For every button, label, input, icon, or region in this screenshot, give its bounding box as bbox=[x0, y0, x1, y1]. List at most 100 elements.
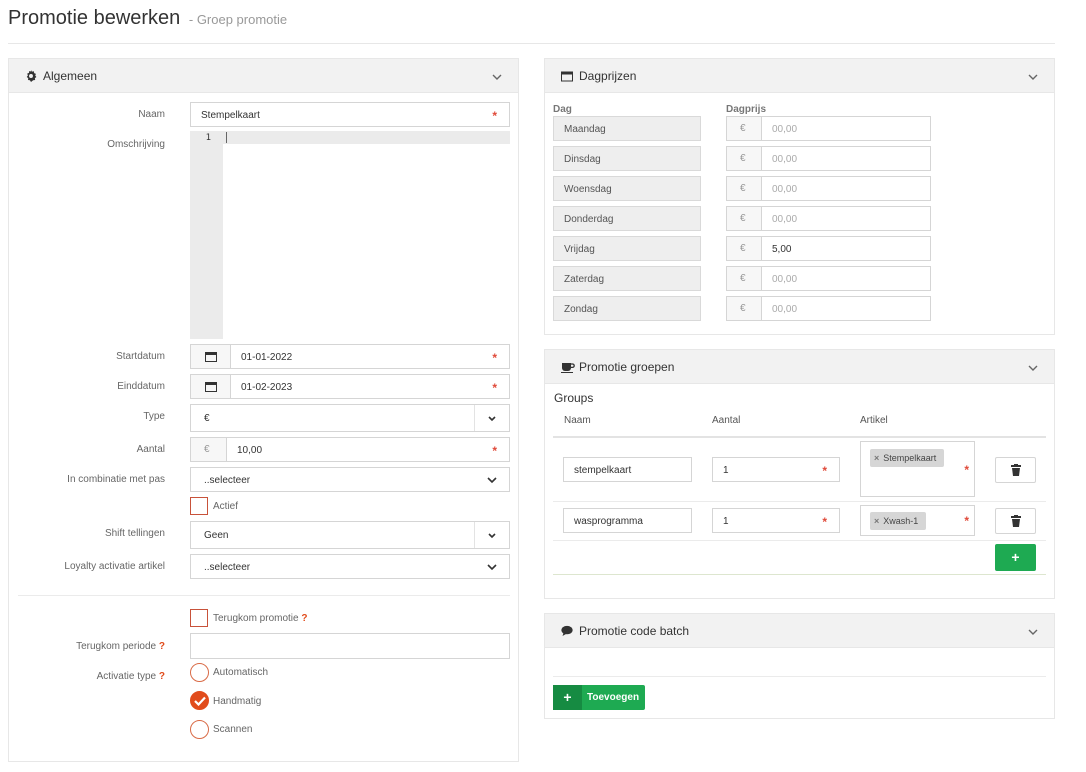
chevron-down-icon[interactable] bbox=[1028, 72, 1038, 82]
trash-icon bbox=[1011, 464, 1021, 476]
euro-addon: € bbox=[727, 207, 762, 230]
radio-scannen[interactable] bbox=[190, 720, 209, 739]
help-icon[interactable]: ? bbox=[159, 671, 165, 682]
day-name-field: Maandag bbox=[553, 116, 701, 141]
combo-select[interactable]: ..selecteer bbox=[190, 467, 510, 492]
euro-sign: € bbox=[740, 243, 746, 254]
day-price-value: 5,00 bbox=[772, 244, 792, 255]
euro-addon: € bbox=[727, 177, 762, 200]
code-batch-divider bbox=[553, 676, 1046, 677]
tag-remove-icon[interactable]: × bbox=[874, 516, 879, 526]
euro-sign: € bbox=[740, 303, 746, 314]
editor-gutter: 1 bbox=[190, 131, 223, 339]
start-date-addon[interactable] bbox=[191, 345, 231, 368]
type-label: Type bbox=[143, 411, 165, 422]
group-article-select[interactable]: × Xwash-1 * bbox=[860, 505, 975, 536]
type-select[interactable]: € bbox=[190, 404, 510, 432]
tag-remove-icon[interactable]: × bbox=[874, 453, 879, 463]
description-editor[interactable]: 1 bbox=[190, 131, 510, 339]
group-amount-input[interactable]: 1 * bbox=[712, 457, 840, 482]
article-tag-label: Xwash-1 bbox=[883, 516, 919, 526]
groups-panel-header[interactable]: Promotie groepen bbox=[545, 350, 1054, 384]
help-icon[interactable]: ? bbox=[301, 613, 307, 624]
plus-icon: + bbox=[553, 685, 582, 710]
day-prices-panel-header[interactable]: Dagprijzen bbox=[545, 59, 1054, 93]
day-name: Vrijdag bbox=[564, 244, 595, 255]
group-amount-input[interactable]: 1 * bbox=[712, 508, 840, 533]
day-price-value: 00,00 bbox=[772, 184, 798, 195]
group-article-select[interactable]: × Stempelkaart * bbox=[860, 441, 975, 497]
amount-value: 10,00 bbox=[237, 445, 263, 456]
amount-input[interactable]: € 10,00 * bbox=[190, 437, 510, 462]
table-header-divider bbox=[553, 436, 1046, 438]
type-value: € bbox=[204, 413, 210, 424]
delete-group-button[interactable] bbox=[995, 508, 1036, 534]
day-name: Maandag bbox=[564, 124, 606, 135]
name-input[interactable]: Stempelkaart * bbox=[190, 102, 510, 127]
row-divider bbox=[553, 501, 1046, 502]
section-divider bbox=[18, 595, 510, 596]
day-name: Zondag bbox=[564, 304, 598, 315]
radio-handmatig[interactable] bbox=[190, 691, 209, 710]
euro-addon: € bbox=[727, 297, 762, 320]
group-amount-value: 1 bbox=[723, 516, 729, 527]
day-name: Woensdag bbox=[564, 184, 612, 195]
shift-select[interactable]: Geen bbox=[190, 521, 510, 549]
day-price-input[interactable]: €00,00 bbox=[726, 146, 931, 171]
return-period-input[interactable] bbox=[190, 633, 510, 659]
loyalty-select[interactable]: ..selecteer bbox=[190, 554, 510, 579]
dropdown-separator bbox=[474, 405, 475, 431]
code-batch-panel-header[interactable]: Promotie code batch bbox=[545, 614, 1054, 648]
general-panel-header[interactable]: Algemeen bbox=[9, 59, 518, 93]
amount-addon: € bbox=[191, 438, 227, 461]
code-batch-panel-title: Promotie code batch bbox=[579, 624, 690, 638]
radio-automatisch[interactable] bbox=[190, 663, 209, 682]
group-name-input[interactable]: wasprogramma bbox=[563, 508, 692, 533]
shift-value: Geen bbox=[204, 530, 229, 541]
day-name: Zaterdag bbox=[564, 274, 605, 285]
start-date-input[interactable]: 01-01-2022 * bbox=[190, 344, 510, 369]
page-title-text: Promotie bewerken bbox=[8, 7, 181, 29]
chevron-down-icon bbox=[487, 564, 497, 571]
return-promo-label: Terugkom promotie ? bbox=[213, 613, 307, 624]
chevron-down-icon[interactable] bbox=[1028, 627, 1038, 637]
article-tag[interactable]: × Stempelkaart bbox=[870, 449, 945, 467]
shift-label: Shift tellingen bbox=[104, 528, 165, 539]
day-price-value: 00,00 bbox=[772, 154, 798, 165]
add-code-batch-button[interactable]: + Toevoegen bbox=[553, 685, 645, 710]
day-price-input[interactable]: €00,00 bbox=[726, 266, 931, 291]
groups-heading: Groups bbox=[554, 391, 594, 405]
calendar-icon bbox=[561, 71, 573, 82]
delete-group-button[interactable] bbox=[995, 457, 1036, 483]
euro-addon: € bbox=[727, 117, 762, 140]
group-name-input[interactable]: stempelkaart bbox=[563, 457, 692, 482]
day-price-input[interactable]: €00,00 bbox=[726, 206, 931, 231]
active-checkbox[interactable] bbox=[190, 497, 208, 515]
day-name: Dinsdag bbox=[564, 154, 601, 165]
comment-icon bbox=[561, 625, 573, 636]
checkmark-icon bbox=[194, 696, 206, 706]
end-date-addon[interactable] bbox=[191, 375, 231, 398]
day-price-input[interactable]: €5,00 bbox=[726, 236, 931, 261]
description-label: Omschrijving bbox=[107, 139, 165, 150]
add-group-button[interactable]: + bbox=[995, 544, 1036, 571]
day-name-field: Zondag bbox=[553, 296, 701, 321]
euro-sign: € bbox=[740, 153, 746, 164]
chevron-down-icon[interactable] bbox=[492, 72, 502, 82]
article-tag-label: Stempelkaart bbox=[883, 453, 937, 463]
day-price-input[interactable]: €00,00 bbox=[726, 116, 931, 141]
help-icon[interactable]: ? bbox=[159, 641, 165, 652]
day-name-field: Dinsdag bbox=[553, 146, 701, 171]
return-period-text: Terugkom periode bbox=[76, 641, 157, 652]
day-price-input[interactable]: €00,00 bbox=[726, 296, 931, 321]
title-divider bbox=[8, 43, 1055, 44]
day-price-input[interactable]: €00,00 bbox=[726, 176, 931, 201]
day-name-field: Vrijdag bbox=[553, 236, 701, 261]
article-tag[interactable]: × Xwash-1 bbox=[870, 512, 927, 530]
day-name-field: Woensdag bbox=[553, 176, 701, 201]
end-date-value: 01-02-2023 bbox=[241, 382, 293, 393]
end-date-input[interactable]: 01-02-2023 * bbox=[190, 374, 510, 399]
groups-panel-title: Promotie groepen bbox=[579, 360, 675, 374]
chevron-down-icon[interactable] bbox=[1028, 363, 1038, 373]
return-promo-checkbox[interactable] bbox=[190, 609, 208, 627]
